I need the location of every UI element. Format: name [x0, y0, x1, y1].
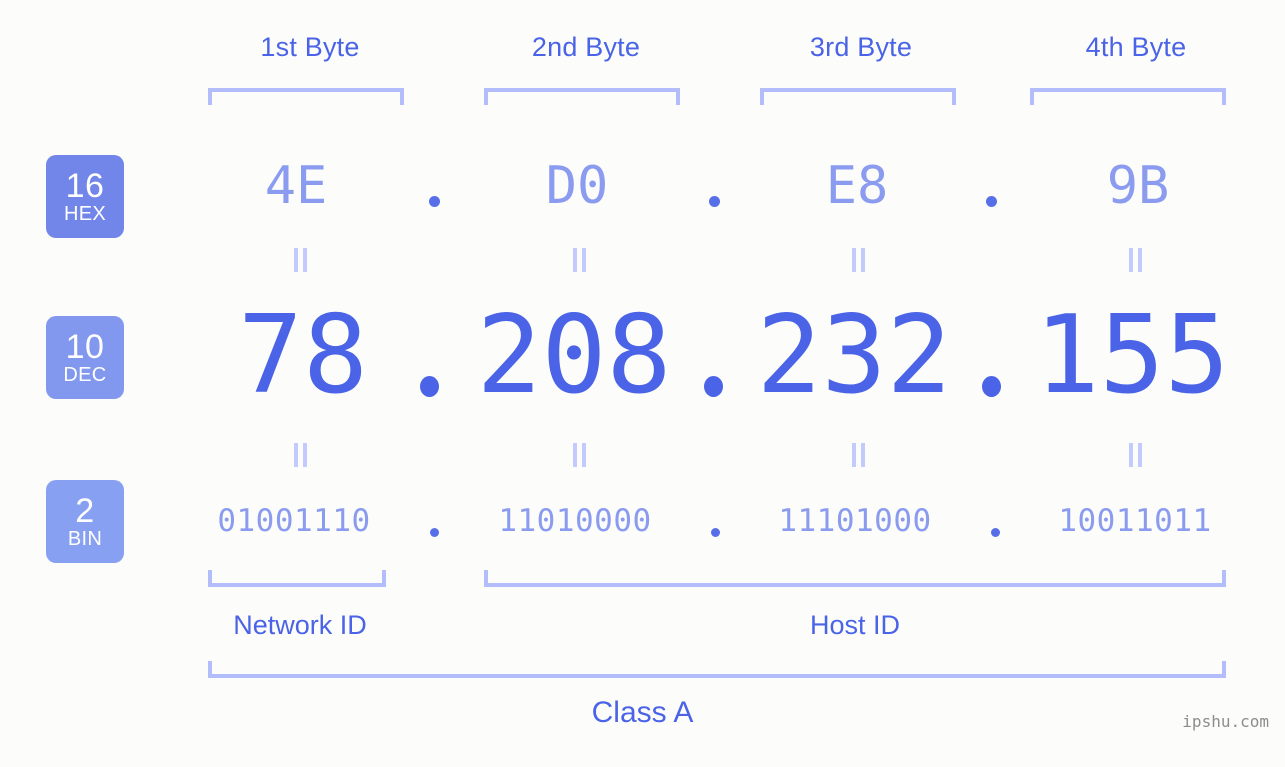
site-watermark: ipshu.com [1182, 712, 1269, 731]
equals-sign-hex-dec-2 [571, 248, 589, 272]
byte-header-label-4: 4th Byte [1085, 32, 1187, 62]
equals-sign-dec-bin-3 [850, 443, 868, 467]
bin-byte-1: 01001110 [217, 503, 371, 539]
hex-byte-3: E8 [825, 156, 889, 216]
byte-bracket-4 [1030, 88, 1226, 105]
hex-byte-4: 9B [1106, 156, 1170, 216]
host-id-label: Host ID [809, 610, 901, 640]
ip-address-breakdown-diagram: 1st Byte 2nd Byte 3rd Byte 4th Byte 16 H… [0, 0, 1285, 767]
class-bracket [208, 661, 1226, 678]
bin-value-row: 01001110 11010000 11101000 10011011 [0, 498, 1285, 548]
dec-byte-3: 232 [756, 293, 952, 418]
equals-sign-hex-dec-3 [850, 248, 868, 272]
dec-byte-4: 155 [1034, 293, 1230, 418]
dec-byte-1: 78 [237, 293, 369, 418]
dec-separator-3 [982, 376, 1001, 397]
network-id-label: Network ID [233, 610, 367, 640]
byte-bracket-2 [484, 88, 680, 105]
class-label: Class A [591, 696, 694, 729]
byte-bracket-3 [760, 88, 956, 105]
hex-value-row: 4E D0 E8 9B [0, 152, 1285, 222]
bin-byte-3: 11101000 [778, 503, 932, 539]
byte-bracket-1 [208, 88, 404, 105]
bin-byte-2: 11010000 [498, 503, 652, 539]
dec-byte-2: 208 [476, 293, 672, 418]
network-id-bracket [208, 570, 386, 587]
byte-header-label-1: 1st Byte [260, 32, 360, 62]
bin-byte-4: 10011011 [1058, 503, 1212, 539]
equals-sign-hex-dec-1 [292, 248, 310, 272]
dec-separator-1 [420, 376, 439, 397]
hex-byte-2: D0 [545, 156, 609, 216]
equals-sign-dec-bin-4 [1127, 443, 1145, 467]
host-id-bracket [484, 570, 1226, 587]
byte-header-label-2: 2nd Byte [531, 32, 641, 62]
dec-separator-2 [704, 376, 723, 397]
hex-byte-1: 4E [264, 156, 328, 216]
byte-header-label-3: 3rd Byte [809, 32, 913, 62]
equals-sign-dec-bin-2 [571, 443, 589, 467]
dec-value-row: 78 208 232 155 [0, 300, 1285, 412]
equals-sign-dec-bin-1 [292, 443, 310, 467]
equals-sign-hex-dec-4 [1127, 248, 1145, 272]
